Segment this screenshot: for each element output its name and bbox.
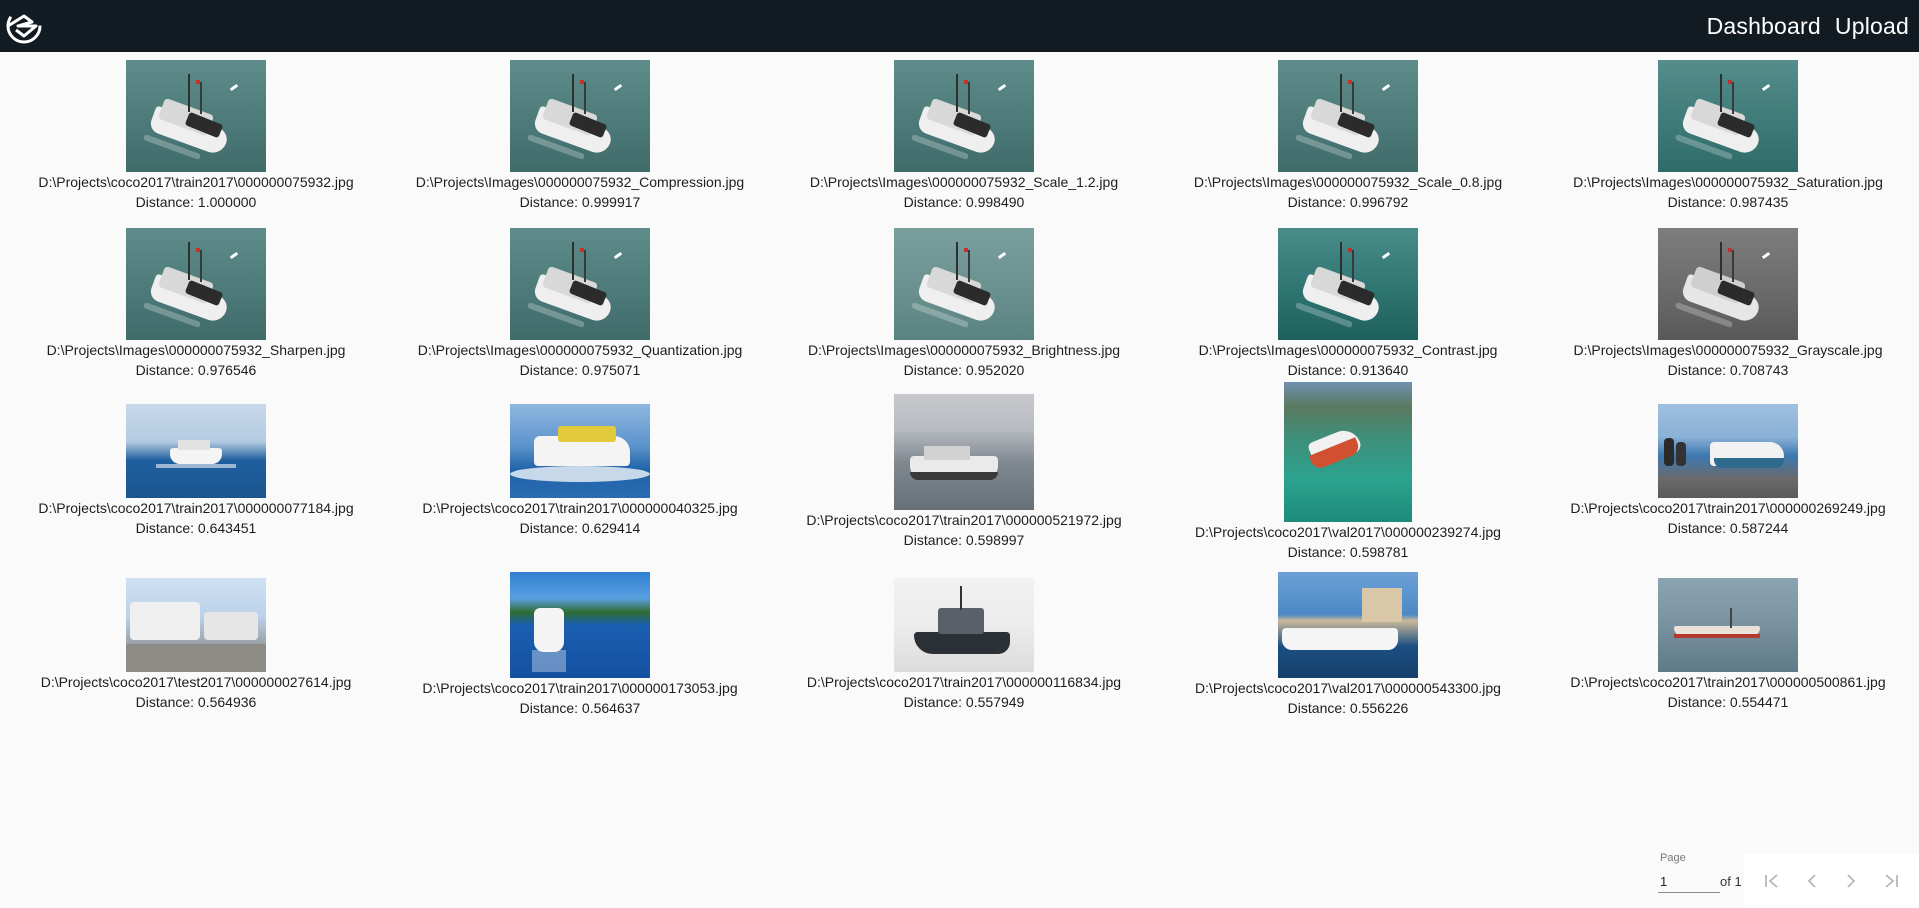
result-path: D:\Projects\Images\000000075932_Scale_1.… xyxy=(809,174,1119,190)
result-path: D:\Projects\coco2017\test2017\0000000276… xyxy=(40,674,352,690)
result-path: D:\Projects\Images\000000075932_Brightne… xyxy=(807,342,1121,358)
result-path: D:\Projects\coco2017\train2017\000000500… xyxy=(1570,674,1886,690)
result-distance: Distance: 0.643451 xyxy=(135,520,257,536)
result-path: D:\Projects\coco2017\train2017\000000040… xyxy=(422,500,738,516)
result-path: D:\Projects\coco2017\train2017\000000077… xyxy=(38,500,354,516)
result-path: D:\Projects\Images\000000075932_Compress… xyxy=(415,174,745,190)
nav-dashboard[interactable]: Dashboard xyxy=(1707,13,1821,40)
result-distance: Distance: 0.554471 xyxy=(1667,694,1789,710)
result-image[interactable] xyxy=(1658,578,1798,672)
result-image[interactable] xyxy=(1278,228,1418,340)
result-image[interactable] xyxy=(1658,404,1798,498)
page-total: of 1 xyxy=(1720,874,1742,889)
result-card[interactable]: D:\Projects\coco2017\train2017\000000075… xyxy=(4,60,388,212)
result-card[interactable]: D:\Projects\Images\000000075932_Brightne… xyxy=(772,228,1156,380)
result-image[interactable] xyxy=(894,578,1034,672)
result-image[interactable] xyxy=(894,394,1034,510)
app-header: Dashboard Upload xyxy=(0,0,1919,52)
result-image[interactable] xyxy=(510,404,650,498)
result-card[interactable]: D:\Projects\coco2017\val2017\00000023927… xyxy=(1156,382,1540,562)
result-card[interactable]: D:\Projects\coco2017\train2017\000000077… xyxy=(4,404,388,538)
chevron-left-icon xyxy=(1807,874,1816,888)
first-page-icon xyxy=(1764,874,1778,888)
result-card[interactable]: D:\Projects\Images\000000075932_Contrast… xyxy=(1156,228,1540,380)
result-card[interactable]: D:\Projects\Images\000000075932_Quantiza… xyxy=(388,228,772,380)
previous-page-button[interactable] xyxy=(1800,869,1824,893)
result-image[interactable] xyxy=(1278,60,1418,172)
result-distance: Distance: 0.996792 xyxy=(1287,194,1409,210)
result-image[interactable] xyxy=(1278,572,1418,678)
result-card[interactable]: D:\Projects\coco2017\test2017\0000000276… xyxy=(4,578,388,712)
result-distance: Distance: 0.999917 xyxy=(519,194,641,210)
result-distance: Distance: 0.987435 xyxy=(1667,194,1789,210)
last-page-icon xyxy=(1885,874,1899,888)
result-card[interactable]: D:\Projects\Images\000000075932_Sharpen.… xyxy=(4,228,388,380)
chevron-right-icon xyxy=(1847,874,1856,888)
logo-icon[interactable] xyxy=(2,6,46,46)
result-distance: Distance: 0.564637 xyxy=(519,700,641,716)
result-image[interactable] xyxy=(510,60,650,172)
result-card[interactable]: D:\Projects\coco2017\train2017\000000269… xyxy=(1536,404,1919,538)
result-image[interactable] xyxy=(126,60,266,172)
result-card[interactable]: D:\Projects\coco2017\train2017\000000040… xyxy=(388,404,772,538)
top-nav: Dashboard Upload xyxy=(1707,0,1909,52)
result-path: D:\Projects\Images\000000075932_Scale_0.… xyxy=(1193,174,1503,190)
next-page-button[interactable] xyxy=(1839,869,1863,893)
result-image[interactable] xyxy=(1658,228,1798,340)
result-image[interactable] xyxy=(1284,382,1412,522)
result-image[interactable] xyxy=(894,228,1034,340)
pagination-controls xyxy=(1744,854,1919,908)
result-path: D:\Projects\Images\000000075932_Sharpen.… xyxy=(46,342,346,358)
result-image[interactable] xyxy=(510,572,650,678)
result-card[interactable]: D:\Projects\Images\000000075932_Saturati… xyxy=(1536,60,1919,212)
result-distance: Distance: 0.564936 xyxy=(135,694,257,710)
result-image[interactable] xyxy=(1658,60,1798,172)
result-distance: Distance: 1.000000 xyxy=(135,194,257,210)
result-path: D:\Projects\coco2017\train2017\000000116… xyxy=(806,674,1122,690)
result-distance: Distance: 0.557949 xyxy=(903,694,1025,710)
result-distance: Distance: 0.598781 xyxy=(1287,544,1409,560)
result-distance: Distance: 0.556226 xyxy=(1287,700,1409,716)
result-distance: Distance: 0.708743 xyxy=(1667,362,1789,378)
result-card[interactable]: D:\Projects\Images\000000075932_Grayscal… xyxy=(1536,228,1919,380)
result-image[interactable] xyxy=(126,404,266,498)
result-path: D:\Projects\coco2017\train2017\000000075… xyxy=(38,174,354,190)
result-path: D:\Projects\coco2017\val2017\00000054330… xyxy=(1195,680,1501,696)
page-number-input[interactable] xyxy=(1658,870,1720,893)
result-path: D:\Projects\Images\000000075932_Saturati… xyxy=(1573,174,1883,190)
result-distance: Distance: 0.598997 xyxy=(903,532,1025,548)
result-distance: Distance: 0.998490 xyxy=(903,194,1025,210)
result-path: D:\Projects\Images\000000075932_Contrast… xyxy=(1198,342,1498,358)
result-image[interactable] xyxy=(894,60,1034,172)
page-picker: Page of 1 xyxy=(1658,848,1744,898)
result-card[interactable]: D:\Projects\Images\000000075932_Scale_1.… xyxy=(772,60,1156,212)
result-card[interactable]: D:\Projects\Images\000000075932_Compress… xyxy=(388,60,772,212)
result-card[interactable]: D:\Projects\Images\000000075932_Scale_0.… xyxy=(1156,60,1540,212)
result-path: D:\Projects\Images\000000075932_Grayscal… xyxy=(1573,342,1883,358)
result-card[interactable]: D:\Projects\coco2017\train2017\000000173… xyxy=(388,572,772,718)
result-image[interactable] xyxy=(126,228,266,340)
result-distance: Distance: 0.587244 xyxy=(1667,520,1789,536)
result-card[interactable]: D:\Projects\coco2017\train2017\000000521… xyxy=(772,394,1156,550)
result-card[interactable]: D:\Projects\coco2017\train2017\000000500… xyxy=(1536,578,1919,712)
nav-upload[interactable]: Upload xyxy=(1835,13,1909,40)
last-page-button[interactable] xyxy=(1879,869,1903,893)
result-distance: Distance: 0.913640 xyxy=(1287,362,1409,378)
result-card[interactable]: D:\Projects\coco2017\val2017\00000054330… xyxy=(1156,572,1540,718)
result-distance: Distance: 0.952020 xyxy=(903,362,1025,378)
result-image[interactable] xyxy=(510,228,650,340)
result-distance: Distance: 0.976546 xyxy=(135,362,257,378)
result-path: D:\Projects\coco2017\train2017\000000173… xyxy=(422,680,738,696)
first-page-button[interactable] xyxy=(1760,869,1784,893)
result-card[interactable]: D:\Projects\coco2017\train2017\000000116… xyxy=(772,578,1156,712)
result-distance: Distance: 0.975071 xyxy=(519,362,641,378)
page-label: Page xyxy=(1660,852,1686,864)
result-path: D:\Projects\coco2017\train2017\000000521… xyxy=(806,512,1122,528)
result-distance: Distance: 0.629414 xyxy=(519,520,641,536)
result-path: D:\Projects\coco2017\val2017\00000023927… xyxy=(1195,524,1501,540)
result-image[interactable] xyxy=(126,578,266,672)
result-path: D:\Projects\Images\000000075932_Quantiza… xyxy=(417,342,743,358)
result-path: D:\Projects\coco2017\train2017\000000269… xyxy=(1570,500,1886,516)
